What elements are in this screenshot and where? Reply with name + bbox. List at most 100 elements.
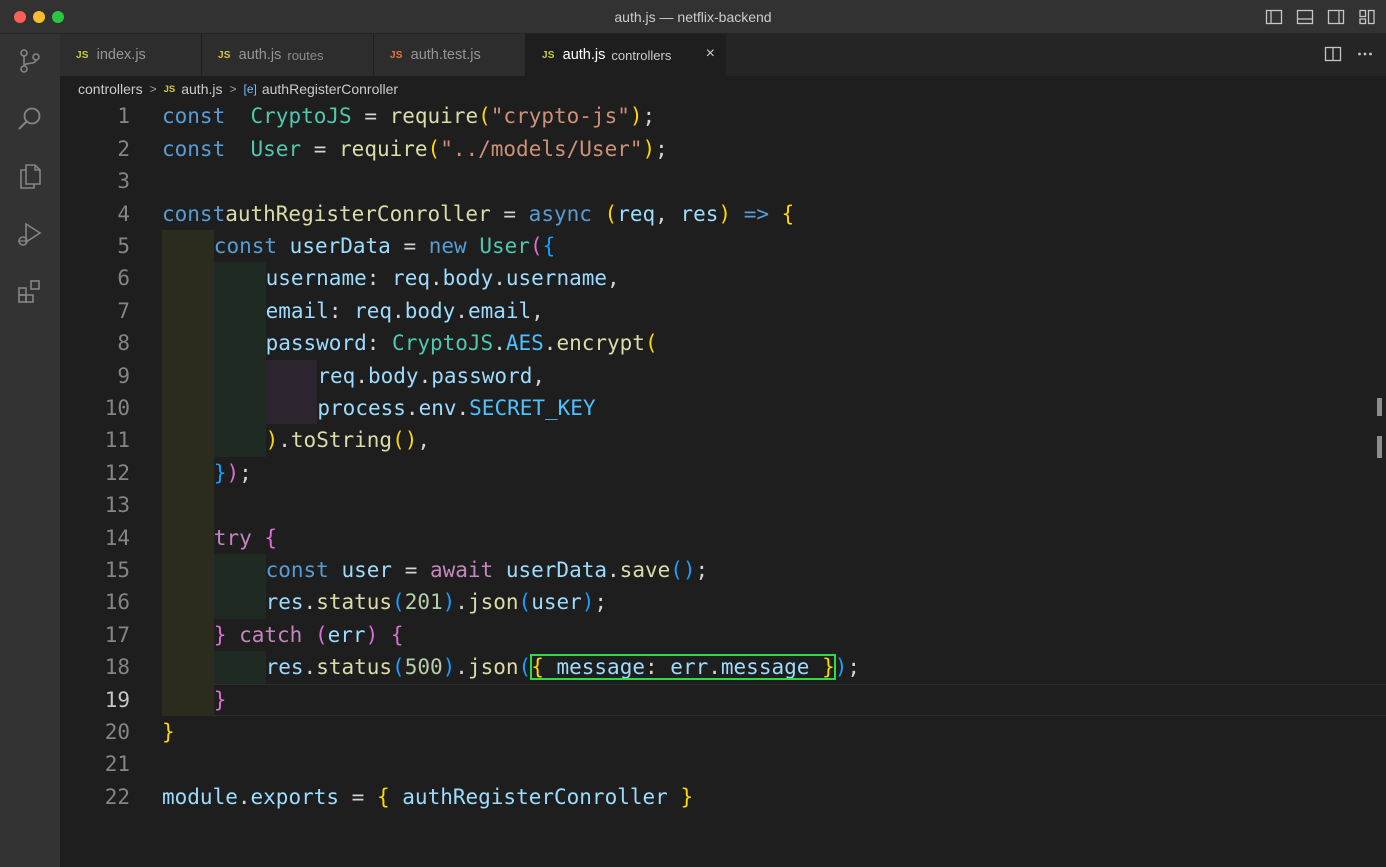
indent-guide — [213, 424, 266, 457]
breadcrumb-symbol[interactable]: authRegisterConroller — [262, 81, 398, 97]
more-actions-icon[interactable] — [1356, 45, 1374, 63]
code-token: . — [278, 428, 291, 453]
code-text: password: CryptoJS.AES.encrypt( — [266, 327, 658, 359]
breadcrumb-file[interactable]: auth.js — [181, 81, 222, 97]
code-line[interactable]: 2 const User = require("../models/User"); — [60, 133, 1386, 165]
indent-guide — [162, 230, 214, 263]
code-token: ( — [644, 331, 658, 356]
code-text: req.body.password, — [317, 360, 545, 392]
code-line[interactable]: 17} catch (err) { — [60, 618, 1386, 652]
indent-guide — [213, 294, 266, 328]
toggle-panel-icon[interactable] — [1296, 8, 1314, 26]
source-control-icon[interactable] — [15, 46, 45, 76]
chevron-right-icon: > — [229, 82, 237, 96]
code-line[interactable]: 9 req.body.password, — [60, 359, 1386, 392]
code-line[interactable]: 10 process.env.SECRET_KEY — [60, 392, 1386, 425]
code-token: err — [670, 655, 709, 680]
toggle-primary-sidebar-icon[interactable] — [1265, 8, 1283, 26]
code-token: ( — [392, 655, 405, 680]
indent-guide — [265, 359, 318, 392]
code-token: email — [467, 298, 532, 323]
code-token: { — [390, 622, 404, 647]
code-line[interactable]: 21 — [60, 748, 1386, 780]
customize-layout-icon[interactable] — [1358, 8, 1376, 26]
run-debug-icon[interactable] — [15, 219, 45, 249]
code-line[interactable]: 14 try { — [60, 521, 1386, 554]
line-number: 9 — [117, 363, 130, 388]
code-token: . — [237, 784, 251, 809]
tab-auth-js-controllers[interactable]: JS auth.js controllers × — [526, 34, 726, 76]
code-line[interactable]: 5 const userData = new User({ — [60, 230, 1386, 263]
tab-auth-js-routes[interactable]: JS auth.js routes — [202, 34, 374, 76]
code-token: new — [428, 234, 467, 258]
indent-guide — [162, 327, 214, 360]
code-line[interactable]: 1 const CryptoJS = require("crypto-js"); — [60, 100, 1386, 132]
code-line[interactable]: 11).toString(), — [60, 424, 1386, 457]
code-token: username — [265, 266, 367, 291]
indent-guide — [213, 262, 266, 295]
layout-controls — [1265, 8, 1376, 26]
code-token: userData — [289, 234, 391, 258]
tab-label: auth.test.js — [410, 47, 481, 63]
indent-guide — [162, 683, 214, 716]
code-token: req — [392, 266, 430, 291]
activity-bar — [0, 34, 60, 867]
code-line[interactable]: 12}); — [60, 456, 1386, 490]
code-token: ; — [642, 104, 656, 129]
code-line[interactable]: 13 — [60, 489, 1386, 522]
code-line[interactable]: 8 password: CryptoJS.AES.encrypt( — [60, 327, 1386, 360]
code-line[interactable]: 22 module.exports = { authRegisterConroll… — [60, 781, 1386, 813]
code-token: env — [418, 396, 457, 420]
js-file-icon: JS — [76, 49, 89, 61]
line-number: 11 — [104, 428, 130, 453]
js-file-icon: JS — [163, 83, 176, 95]
code-token: . — [418, 363, 432, 388]
code-token: try — [213, 525, 252, 550]
code-line[interactable]: 6 username: req.body.username, — [60, 262, 1386, 295]
code-token: . — [355, 363, 368, 388]
code-token: { — [542, 234, 556, 258]
code-token: username — [505, 266, 608, 291]
code-token: = — [490, 201, 529, 226]
explorer-icon[interactable] — [15, 161, 45, 191]
code-line[interactable]: 7 email: req.body.email, — [60, 294, 1386, 328]
code-line[interactable]: 19} — [60, 683, 1386, 716]
extensions-icon[interactable] — [15, 277, 45, 307]
code-token: . — [405, 396, 419, 420]
indent-guide — [162, 651, 214, 684]
code-token: 201 — [404, 590, 443, 615]
indent-guide — [213, 327, 266, 360]
search-icon[interactable] — [15, 104, 45, 134]
toggle-secondary-sidebar-icon[interactable] — [1327, 8, 1345, 26]
close-icon[interactable]: × — [706, 45, 715, 63]
code-token: } — [822, 655, 835, 680]
breadcrumb-folder[interactable]: controllers — [78, 81, 143, 97]
tab-index-js[interactable]: JS index.js — [60, 34, 202, 76]
code-token: ( — [314, 622, 328, 647]
code-token: ( — [529, 234, 543, 258]
tab-auth-test-js[interactable]: JS auth.test.js — [374, 34, 526, 76]
line-number: 17 — [104, 622, 130, 647]
code-editor[interactable]: 1 const CryptoJS = require("crypto-js"); 2… — [60, 102, 1386, 867]
code-token: const — [162, 104, 226, 129]
code-line[interactable]: 18 res.status(500).json({ message: err.me… — [60, 651, 1386, 684]
line-number: 22 — [104, 784, 130, 809]
code-line[interactable]: 15 const user = await userData.save(); — [60, 554, 1386, 587]
code-token: ( — [392, 590, 405, 615]
indent-guide — [162, 489, 214, 522]
code-line[interactable]: 16 res.status(201).json(user); — [60, 586, 1386, 619]
indent-guide — [162, 521, 214, 554]
code-token: const — [162, 201, 226, 226]
code-line[interactable]: 20} — [60, 716, 1386, 748]
split-editor-icon[interactable] — [1324, 45, 1342, 63]
line-number: 7 — [117, 298, 130, 323]
code-token: ) — [834, 655, 848, 680]
code-token: } — [680, 784, 694, 809]
code-line[interactable]: 3 — [60, 165, 1386, 197]
code-token: save — [619, 558, 671, 582]
code-token: } — [162, 720, 175, 744]
code-line[interactable]: 4 constauthRegisterConroller = async (req… — [60, 198, 1386, 230]
